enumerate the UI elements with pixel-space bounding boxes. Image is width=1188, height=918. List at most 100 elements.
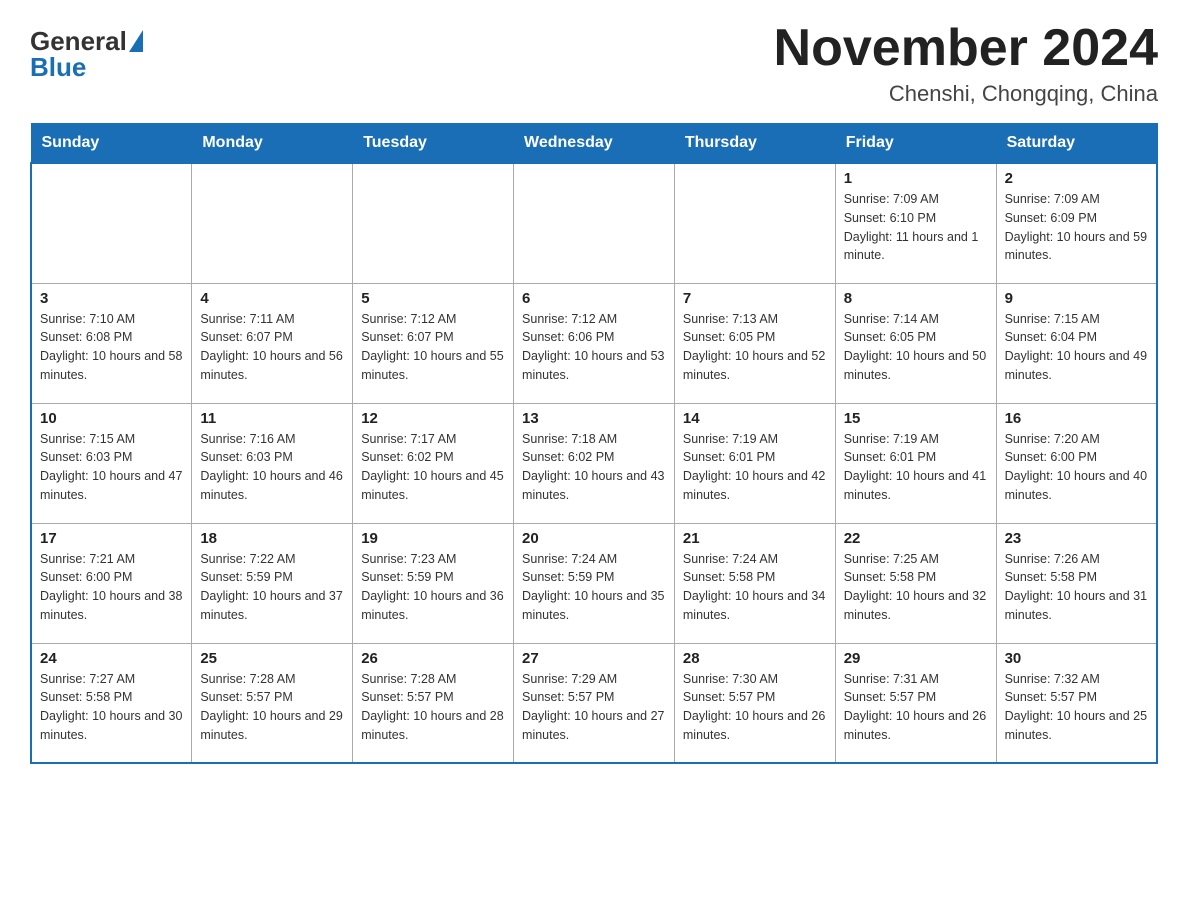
calendar-cell: 26 Sunrise: 7:28 AMSunset: 5:57 PMDayligh…	[353, 643, 514, 763]
day-number: 25	[200, 650, 344, 667]
calendar-cell: 11 Sunrise: 7:16 AMSunset: 6:03 PMDayligh…	[192, 403, 353, 523]
day-number: 23	[1005, 530, 1148, 547]
day-number: 16	[1005, 410, 1148, 427]
weekday-header-sunday: Sunday	[31, 124, 192, 164]
calendar-cell: 21Sunrise: 7:24 AMSunset: 5:58 PMDayligh…	[674, 523, 835, 643]
day-info: Sunrise: 7:17 AMSunset: 6:02 PMDaylight:…	[361, 430, 505, 505]
day-info: Sunrise: 7:25 AMSunset: 5:58 PMDaylight:…	[844, 550, 988, 625]
day-number: 11	[200, 410, 344, 427]
calendar-cell: 14 Sunrise: 7:19 AMSunset: 6:01 PMDayligh…	[674, 403, 835, 523]
calendar-cell: 24 Sunrise: 7:27 AMSunset: 5:58 PMDayligh…	[31, 643, 192, 763]
day-number: 6	[522, 290, 666, 307]
calendar-cell: 18 Sunrise: 7:22 AMSunset: 5:59 PMDayligh…	[192, 523, 353, 643]
calendar-cell: 7Sunrise: 7:13 AMSunset: 6:05 PMDaylight…	[674, 283, 835, 403]
day-number: 20	[522, 530, 666, 547]
logo: General Blue	[30, 28, 143, 80]
day-info: Sunrise: 7:28 AMSunset: 5:57 PMDaylight:…	[361, 670, 505, 745]
calendar-cell	[514, 163, 675, 283]
weekday-header-tuesday: Tuesday	[353, 124, 514, 164]
day-info: Sunrise: 7:09 AMSunset: 6:09 PMDaylight:…	[1005, 190, 1148, 265]
calendar-cell: 13 Sunrise: 7:18 AMSunset: 6:02 PMDayligh…	[514, 403, 675, 523]
day-number: 18	[200, 530, 344, 547]
day-info: Sunrise: 7:26 AMSunset: 5:58 PMDaylight:…	[1005, 550, 1148, 625]
day-info: Sunrise: 7:16 AMSunset: 6:03 PMDaylight:…	[200, 430, 344, 505]
calendar-cell: 4Sunrise: 7:11 AMSunset: 6:07 PMDaylight…	[192, 283, 353, 403]
day-info: Sunrise: 7:30 AMSunset: 5:57 PMDaylight:…	[683, 670, 827, 745]
day-number: 29	[844, 650, 988, 667]
day-number: 14	[683, 410, 827, 427]
calendar-cell	[192, 163, 353, 283]
calendar-cell: 25 Sunrise: 7:28 AMSunset: 5:57 PMDayligh…	[192, 643, 353, 763]
day-info: Sunrise: 7:12 AMSunset: 6:06 PMDaylight:…	[522, 310, 666, 385]
day-number: 26	[361, 650, 505, 667]
calendar-table: SundayMondayTuesdayWednesdayThursdayFrid…	[30, 123, 1158, 764]
day-number: 7	[683, 290, 827, 307]
day-info: Sunrise: 7:15 AMSunset: 6:03 PMDaylight:…	[40, 430, 183, 505]
calendar-cell: 8 Sunrise: 7:14 AMSunset: 6:05 PMDaylight…	[835, 283, 996, 403]
calendar-cell: 22Sunrise: 7:25 AMSunset: 5:58 PMDayligh…	[835, 523, 996, 643]
day-number: 24	[40, 650, 183, 667]
weekday-header-saturday: Saturday	[996, 124, 1157, 164]
day-info: Sunrise: 7:20 AMSunset: 6:00 PMDaylight:…	[1005, 430, 1148, 505]
calendar-cell: 9 Sunrise: 7:15 AMSunset: 6:04 PMDaylight…	[996, 283, 1157, 403]
day-number: 12	[361, 410, 505, 427]
header: General Blue November 2024 Chenshi, Chon…	[30, 20, 1158, 107]
day-number: 1	[844, 170, 988, 187]
calendar-cell: 20Sunrise: 7:24 AMSunset: 5:59 PMDayligh…	[514, 523, 675, 643]
day-number: 28	[683, 650, 827, 667]
week-row-1: 1Sunrise: 7:09 AMSunset: 6:10 PMDaylight…	[31, 163, 1157, 283]
logo-blue-text: Blue	[30, 54, 143, 80]
day-number: 3	[40, 290, 183, 307]
day-number: 5	[361, 290, 505, 307]
day-info: Sunrise: 7:15 AMSunset: 6:04 PMDaylight:…	[1005, 310, 1148, 385]
week-row-3: 10Sunrise: 7:15 AMSunset: 6:03 PMDayligh…	[31, 403, 1157, 523]
day-number: 17	[40, 530, 183, 547]
calendar-cell: 2 Sunrise: 7:09 AMSunset: 6:09 PMDaylight…	[996, 163, 1157, 283]
weekday-header-row: SundayMondayTuesdayWednesdayThursdayFrid…	[31, 124, 1157, 164]
day-number: 27	[522, 650, 666, 667]
day-info: Sunrise: 7:32 AMSunset: 5:57 PMDaylight:…	[1005, 670, 1148, 745]
day-number: 13	[522, 410, 666, 427]
calendar-cell	[674, 163, 835, 283]
calendar-cell: 10Sunrise: 7:15 AMSunset: 6:03 PMDayligh…	[31, 403, 192, 523]
day-info: Sunrise: 7:21 AMSunset: 6:00 PMDaylight:…	[40, 550, 183, 625]
calendar-cell: 1Sunrise: 7:09 AMSunset: 6:10 PMDaylight…	[835, 163, 996, 283]
calendar-cell	[31, 163, 192, 283]
day-number: 8	[844, 290, 988, 307]
calendar-cell: 27 Sunrise: 7:29 AMSunset: 5:57 PMDayligh…	[514, 643, 675, 763]
weekday-header-wednesday: Wednesday	[514, 124, 675, 164]
weekday-header-thursday: Thursday	[674, 124, 835, 164]
calendar-cell: 5 Sunrise: 7:12 AMSunset: 6:07 PMDaylight…	[353, 283, 514, 403]
day-info: Sunrise: 7:24 AMSunset: 5:58 PMDaylight:…	[683, 550, 827, 625]
day-info: Sunrise: 7:29 AMSunset: 5:57 PMDaylight:…	[522, 670, 666, 745]
calendar-cell: 28 Sunrise: 7:30 AMSunset: 5:57 PMDayligh…	[674, 643, 835, 763]
day-info: Sunrise: 7:19 AMSunset: 6:01 PMDaylight:…	[844, 430, 988, 505]
day-number: 19	[361, 530, 505, 547]
week-row-2: 3 Sunrise: 7:10 AMSunset: 6:08 PMDaylight…	[31, 283, 1157, 403]
day-info: Sunrise: 7:23 AMSunset: 5:59 PMDaylight:…	[361, 550, 505, 625]
calendar-cell: 29Sunrise: 7:31 AMSunset: 5:57 PMDayligh…	[835, 643, 996, 763]
logo-general-text: General	[30, 28, 127, 54]
calendar-cell: 23 Sunrise: 7:26 AMSunset: 5:58 PMDayligh…	[996, 523, 1157, 643]
day-number: 4	[200, 290, 344, 307]
day-info: Sunrise: 7:19 AMSunset: 6:01 PMDaylight:…	[683, 430, 827, 505]
day-number: 2	[1005, 170, 1148, 187]
day-info: Sunrise: 7:27 AMSunset: 5:58 PMDaylight:…	[40, 670, 183, 745]
calendar-cell: 12 Sunrise: 7:17 AMSunset: 6:02 PMDayligh…	[353, 403, 514, 523]
calendar-cell: 17 Sunrise: 7:21 AMSunset: 6:00 PMDayligh…	[31, 523, 192, 643]
day-info: Sunrise: 7:10 AMSunset: 6:08 PMDaylight:…	[40, 310, 183, 385]
day-info: Sunrise: 7:18 AMSunset: 6:02 PMDaylight:…	[522, 430, 666, 505]
calendar-cell: 15Sunrise: 7:19 AMSunset: 6:01 PMDayligh…	[835, 403, 996, 523]
week-row-5: 24 Sunrise: 7:27 AMSunset: 5:58 PMDayligh…	[31, 643, 1157, 763]
day-number: 9	[1005, 290, 1148, 307]
day-number: 30	[1005, 650, 1148, 667]
day-info: Sunrise: 7:14 AMSunset: 6:05 PMDaylight:…	[844, 310, 988, 385]
day-info: Sunrise: 7:28 AMSunset: 5:57 PMDaylight:…	[200, 670, 344, 745]
calendar-cell: 19 Sunrise: 7:23 AMSunset: 5:59 PMDayligh…	[353, 523, 514, 643]
logo-triangle-icon	[129, 30, 143, 52]
weekday-header-monday: Monday	[192, 124, 353, 164]
weekday-header-friday: Friday	[835, 124, 996, 164]
day-info: Sunrise: 7:12 AMSunset: 6:07 PMDaylight:…	[361, 310, 505, 385]
day-info: Sunrise: 7:22 AMSunset: 5:59 PMDaylight:…	[200, 550, 344, 625]
calendar-cell	[353, 163, 514, 283]
